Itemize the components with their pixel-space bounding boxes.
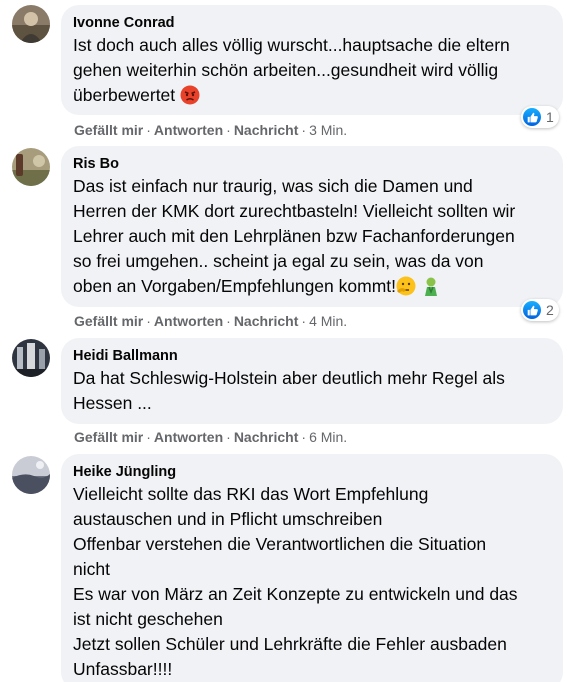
like-button[interactable]: Gefällt mir bbox=[74, 122, 143, 138]
comment-author[interactable]: Heidi Ballmann bbox=[73, 347, 551, 365]
separator: · bbox=[146, 122, 151, 138]
thinking-face-icon bbox=[396, 276, 416, 296]
like-button[interactable]: Gefällt mir bbox=[74, 313, 143, 329]
avatar[interactable] bbox=[12, 339, 50, 377]
comment-author[interactable]: Ris Bo bbox=[73, 155, 551, 173]
avatar[interactable] bbox=[12, 456, 50, 494]
separator: · bbox=[226, 122, 231, 138]
separator: · bbox=[146, 429, 151, 445]
angry-face-icon bbox=[180, 85, 200, 105]
reaction-count: 2 bbox=[546, 302, 554, 318]
comment-actions: Gefällt mir · Antworten · Nachricht · 3 Min. bbox=[74, 121, 347, 139]
separator: · bbox=[226, 429, 231, 445]
comment-bubble: Heidi Ballmann Da hat Schleswig-Holstein… bbox=[61, 338, 563, 424]
avatar[interactable] bbox=[12, 148, 50, 186]
comment-actions: Gefällt mir · Antworten · Nachricht · 6 Min. bbox=[74, 428, 347, 446]
comment-text: Vielleicht sollte das RKI das Wort Empfe… bbox=[73, 484, 518, 679]
comment-timestamp[interactable]: 3 Min. bbox=[309, 122, 347, 138]
avatar[interactable] bbox=[12, 5, 50, 43]
comment-bubble: Heike Jüngling Vielleicht sollte das RKI… bbox=[61, 454, 563, 682]
comment-bubble: Ris Bo Das ist einfach nur traurig, was … bbox=[61, 146, 563, 307]
separator: · bbox=[301, 313, 307, 329]
comment-author[interactable]: Ivonne Conrad bbox=[73, 14, 551, 32]
comment-timestamp[interactable]: 4 Min. bbox=[309, 313, 347, 329]
reaction-count: 1 bbox=[546, 109, 554, 125]
like-icon bbox=[523, 108, 541, 126]
reaction-summary[interactable]: 2 bbox=[521, 299, 559, 321]
separator: · bbox=[301, 429, 307, 445]
comment-bubble: Ivonne Conrad Ist doch auch alles völlig… bbox=[61, 5, 563, 115]
comment-text: Das ist einfach nur traurig, was sich di… bbox=[73, 176, 516, 296]
message-button[interactable]: Nachricht bbox=[234, 313, 299, 329]
comment-actions: Gefällt mir · Antworten · Nachricht · 4 Min. bbox=[74, 312, 347, 330]
comment-timestamp[interactable]: 6 Min. bbox=[309, 429, 347, 445]
message-button[interactable]: Nachricht bbox=[234, 429, 299, 445]
comment-author[interactable]: Heike Jüngling bbox=[73, 463, 551, 481]
separator: · bbox=[226, 313, 231, 329]
reply-button[interactable]: Antworten bbox=[154, 429, 223, 445]
separator: · bbox=[301, 122, 307, 138]
like-button[interactable]: Gefällt mir bbox=[74, 429, 143, 445]
reaction-summary[interactable]: 1 bbox=[521, 106, 559, 128]
reply-button[interactable]: Antworten bbox=[154, 313, 223, 329]
comment-text: Da hat Schleswig-Holstein aber deutlich … bbox=[73, 368, 505, 413]
like-icon bbox=[523, 301, 541, 319]
reply-button[interactable]: Antworten bbox=[154, 122, 223, 138]
message-button[interactable]: Nachricht bbox=[234, 122, 299, 138]
separator: · bbox=[146, 313, 151, 329]
nauseated-person-icon bbox=[421, 276, 441, 296]
comment-text: Ist doch auch alles völlig wurscht...hau… bbox=[73, 35, 510, 105]
